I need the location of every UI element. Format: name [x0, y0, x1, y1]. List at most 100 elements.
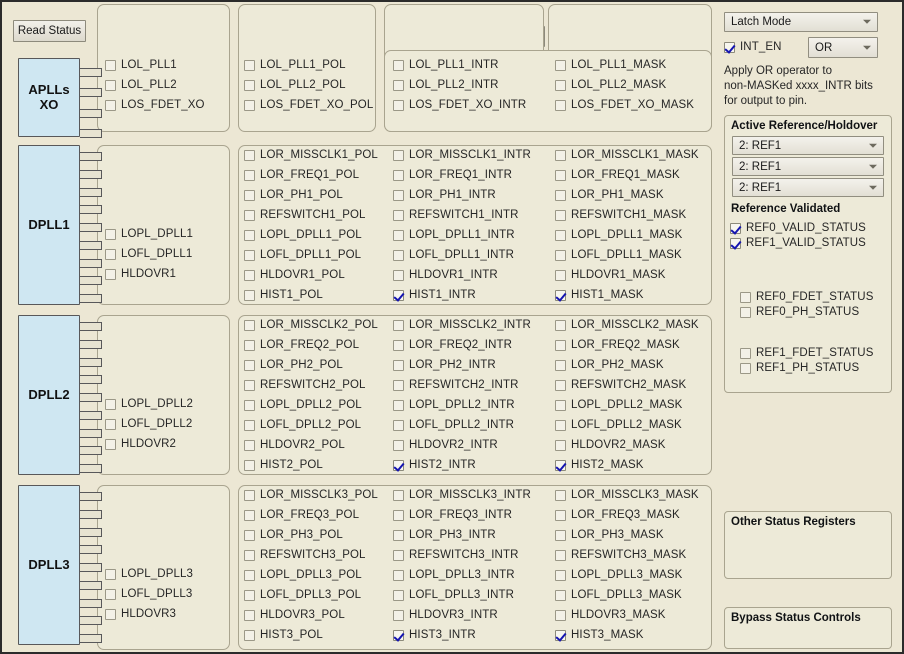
checkbox-refswitch1-mask-box[interactable] [555, 210, 566, 221]
checkbox-lol-pll2-mask-box[interactable] [555, 80, 566, 91]
checkbox-lor-freq1-intr-box[interactable] [393, 170, 404, 181]
checkbox-lol-pll1-mask[interactable]: LOL_PLL1_MASK [555, 57, 666, 73]
checkbox-refswitch3-mask[interactable]: REFSWITCH3_MASK [555, 547, 686, 563]
checkbox-lol-pll2-pol[interactable]: LOL_PLL2_POL [244, 77, 346, 93]
checkbox-lofl-dpll2-pol[interactable]: LOFL_DPLL2_POL [244, 417, 361, 433]
checkbox-lofl-dpll2-intr-box[interactable] [393, 420, 404, 431]
checkbox-lofl-dpll3-mask[interactable]: LOFL_DPLL3_MASK [555, 587, 682, 603]
checkbox-los-fdet-xo-mask-box[interactable] [555, 100, 566, 111]
checkbox-hldovr2-mask-box[interactable] [555, 440, 566, 451]
checkbox-lofl-dpll1-pol-box[interactable] [244, 250, 255, 261]
checkbox-hldovr3-intr-box[interactable] [393, 610, 404, 621]
checkbox-lopl-dpll2-pol[interactable]: LOPL_DPLL2_POL [244, 397, 362, 413]
checkbox-refswitch2-intr-box[interactable] [393, 380, 404, 391]
checkbox-lopl-dpll2-intr-box[interactable] [393, 400, 404, 411]
checkbox-hist2-pol-box[interactable] [244, 460, 255, 471]
checkbox-refswitch1-intr[interactable]: REFSWITCH1_INTR [393, 207, 518, 223]
checkbox-hist3-intr-box[interactable] [393, 630, 404, 641]
checkbox-lor-ph2-pol[interactable]: LOR_PH2_POL [244, 357, 343, 373]
checkbox-hldovr2-intr-box[interactable] [393, 440, 404, 451]
checkbox-lor-freq1-mask[interactable]: LOR_FREQ1_MASK [555, 167, 680, 183]
checkbox-lor-ph2-mask-box[interactable] [555, 360, 566, 371]
checkbox-lor-freq1-mask-box[interactable] [555, 170, 566, 181]
checkbox-lor-freq3-pol[interactable]: LOR_FREQ3_POL [244, 507, 359, 523]
checkbox-lol-pll2-intr[interactable]: LOL_PLL2_INTR [393, 77, 499, 93]
checkbox-hldovr1-intr-box[interactable] [393, 270, 404, 281]
checkbox-lofl-dpll2-intr[interactable]: LOFL_DPLL2_INTR [393, 417, 514, 433]
checkbox-lol-pll1-intr[interactable]: LOL_PLL1_INTR [393, 57, 499, 73]
checkbox-lofl-dpll2-mask-box[interactable] [555, 420, 566, 431]
int-en-checkbox-box[interactable] [724, 42, 735, 53]
checkbox-hldovr1-pol-box[interactable] [244, 270, 255, 281]
checkbox-lor-ph3-intr-box[interactable] [393, 530, 404, 541]
checkbox-hldovr1-mask[interactable]: HLDOVR1_MASK [555, 267, 666, 283]
checkbox-hldovr2-pol[interactable]: HLDOVR2_POL [244, 437, 345, 453]
checkbox-los-fdet-xo-pol-box[interactable] [244, 100, 255, 111]
checkbox-hist2-intr-box[interactable] [393, 460, 404, 471]
checkbox-lor-freq3-intr-box[interactable] [393, 510, 404, 521]
checkbox-lor-ph1-pol[interactable]: LOR_PH1_POL [244, 187, 343, 203]
pll-block-dpll3[interactable]: DPLL3 [18, 485, 80, 645]
checkbox-lor-ph1-intr[interactable]: LOR_PH1_INTR [393, 187, 496, 203]
checkbox-lofl-dpll3-mask-box[interactable] [555, 590, 566, 601]
checkbox-lor-ph3-mask[interactable]: LOR_PH3_MASK [555, 527, 664, 543]
checkbox-refswitch2-mask[interactable]: REFSWITCH2_MASK [555, 377, 686, 393]
checkbox-lopl-dpll3-intr[interactable]: LOPL_DPLL3_INTR [393, 567, 515, 583]
checkbox-lofl-dpll3-intr-box[interactable] [393, 590, 404, 601]
checkbox-hist3-mask[interactable]: HIST3_MASK [555, 627, 644, 643]
checkbox-hldovr3-pol[interactable]: HLDOVR3_POL [244, 607, 345, 623]
checkbox-lofl-dpll1-pol[interactable]: LOFL_DPLL1_POL [244, 247, 361, 263]
checkbox-lor-missclk1-intr[interactable]: LOR_MISSCLK1_INTR [393, 147, 531, 163]
checkbox-lor-freq2-pol[interactable]: LOR_FREQ2_POL [244, 337, 359, 353]
checkbox-lor-missclk2-intr[interactable]: LOR_MISSCLK2_INTR [393, 317, 531, 333]
checkbox-los-fdet-xo-pol[interactable]: LOS_FDET_XO_POL [244, 97, 373, 113]
checkbox-refswitch1-intr-box[interactable] [393, 210, 404, 221]
checkbox-lor-freq3-intr[interactable]: LOR_FREQ3_INTR [393, 507, 512, 523]
active-ref-select-1[interactable]: 2: REF1 [732, 136, 884, 155]
checkbox-refswitch1-pol[interactable]: REFSWITCH1_POL [244, 207, 366, 223]
checkbox-lopl-dpll3-intr-box[interactable] [393, 570, 404, 581]
checkbox-lor-freq2-pol-box[interactable] [244, 340, 255, 351]
checkbox-hist3-pol-box[interactable] [244, 630, 255, 641]
checkbox-refswitch3-pol-box[interactable] [244, 550, 255, 561]
checkbox-hist3-intr[interactable]: HIST3_INTR [393, 627, 476, 643]
checkbox-lol-pll1-pol[interactable]: LOL_PLL1_POL [244, 57, 346, 73]
latch-mode-select[interactable]: Latch Mode [724, 12, 878, 32]
checkbox-lor-freq1-pol[interactable]: LOR_FREQ1_POL [244, 167, 359, 183]
checkbox-lor-missclk2-pol[interactable]: LOR_MISSCLK2_POL [244, 317, 378, 333]
checkbox-hldovr2-pol-box[interactable] [244, 440, 255, 451]
checkbox-los-fdet-xo-mask[interactable]: LOS_FDET_XO_MASK [555, 97, 694, 113]
checkbox-lor-missclk3-mask-box[interactable] [555, 490, 566, 501]
operator-select[interactable]: OR [808, 37, 878, 58]
checkbox-lopl-dpll1-pol-box[interactable] [244, 230, 255, 241]
checkbox-lor-missclk1-pol-box[interactable] [244, 150, 255, 161]
checkbox-hldovr3-mask-box[interactable] [555, 610, 566, 621]
checkbox-lofl-dpll2-mask[interactable]: LOFL_DPLL2_MASK [555, 417, 682, 433]
checkbox-lol-pll1-pol-box[interactable] [244, 60, 255, 71]
read-status-button[interactable]: Read Status [13, 20, 86, 42]
checkbox-lor-ph3-pol-box[interactable] [244, 530, 255, 541]
checkbox-hldovr2-intr[interactable]: HLDOVR2_INTR [393, 437, 498, 453]
checkbox-lor-missclk3-pol[interactable]: LOR_MISSCLK3_POL [244, 487, 378, 503]
checkbox-refswitch3-intr-box[interactable] [393, 550, 404, 561]
checkbox-hist2-mask-box[interactable] [555, 460, 566, 471]
checkbox-lopl-dpll3-pol[interactable]: LOPL_DPLL3_POL [244, 567, 362, 583]
checkbox-hist1-intr[interactable]: HIST1_INTR [393, 287, 476, 303]
checkbox-lor-ph2-pol-box[interactable] [244, 360, 255, 371]
checkbox-lofl-dpll1-intr[interactable]: LOFL_DPLL1_INTR [393, 247, 514, 263]
active-ref-select-3[interactable]: 2: REF1 [732, 178, 884, 197]
checkbox-lor-ph3-pol[interactable]: LOR_PH3_POL [244, 527, 343, 543]
checkbox-lor-freq2-mask[interactable]: LOR_FREQ2_MASK [555, 337, 680, 353]
checkbox-hldovr1-pol[interactable]: HLDOVR1_POL [244, 267, 345, 283]
checkbox-lol-pll1-mask-box[interactable] [555, 60, 566, 71]
checkbox-lor-ph3-intr[interactable]: LOR_PH3_INTR [393, 527, 496, 543]
checkbox-lor-missclk3-intr[interactable]: LOR_MISSCLK3_INTR [393, 487, 531, 503]
checkbox-lopl-dpll1-intr[interactable]: LOPL_DPLL1_INTR [393, 227, 515, 243]
checkbox-refswitch2-pol-box[interactable] [244, 380, 255, 391]
checkbox-lor-freq3-pol-box[interactable] [244, 510, 255, 521]
checkbox-hldovr3-pol-box[interactable] [244, 610, 255, 621]
pll-block-apll[interactable]: APLLsXO [18, 58, 80, 137]
checkbox-lofl-dpll3-pol-box[interactable] [244, 590, 255, 601]
checkbox-lopl-dpll2-mask-box[interactable] [555, 400, 566, 411]
checkbox-lor-missclk3-intr-box[interactable] [393, 490, 404, 501]
